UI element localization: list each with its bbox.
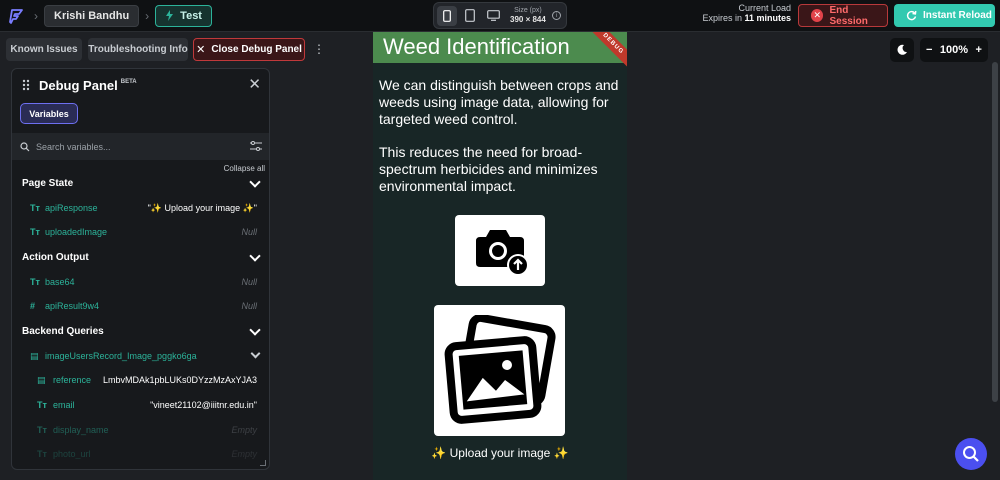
var-name-photo-url[interactable]: photo_url [53,449,91,459]
lightning-icon [166,10,174,21]
section-page-state[interactable]: Page State [22,178,73,189]
zoom-out-button[interactable]: − [926,44,932,56]
debug-panel-header: Debug Panel BETA ✕ [12,69,269,101]
search-fab-button[interactable] [955,438,987,470]
text-type-icon: Tт [37,425,47,435]
var-value-reference: LmbvMDAk1pbLUKs0DYzzMzAxYJA3 [102,375,257,385]
phone-device-button[interactable] [437,5,457,26]
description-paragraph-2: This reduces the need for broad-spectrum… [379,144,598,194]
close-debug-label: Close Debug Panel [211,44,302,55]
device-selector: Size (px) 390 × 844 i [433,2,567,29]
search-icon [20,141,30,151]
zoom-control: − 100% + [920,38,988,62]
var-name-email[interactable]: email [53,400,75,410]
nullable-text-type-icon: Tт [30,227,40,237]
document-reference-icon: ▤ [37,375,46,385]
expires-text: Expires in 11 minutes [702,12,791,23]
search-variables-field[interactable]: Search variables... [12,133,269,160]
chevron-down-icon[interactable] [250,348,261,359]
close-icon[interactable]: ✕ [248,75,261,93]
moon-icon [897,44,907,55]
zoom-in-button[interactable]: + [976,44,982,56]
image-gallery-icon [444,314,556,424]
var-name-reference[interactable]: reference [53,375,91,385]
current-load: Current Load Expires in 11 minutes [700,3,791,24]
end-session-label: End Session [829,4,868,27]
troubleshooting-info-button[interactable]: Troubleshooting Info [88,38,188,61]
phone-icon [443,9,451,22]
project-user-pill[interactable]: Krishi Bandhu [44,4,140,27]
var-value-api-response: "✨ Upload your image ✨" [147,203,257,213]
scrollbar[interactable] [992,62,998,402]
desktop-device-button[interactable] [483,6,503,26]
search-input[interactable]: Search variables... [36,142,111,152]
search-icon [963,446,979,462]
nullable-text-type-icon: Tт [30,277,40,287]
test-label: Test [180,9,202,22]
description-paragraph-1: We can distinguish between crops and wee… [379,77,619,127]
var-name-api-result[interactable]: apiResult9w4 [45,301,99,311]
var-name-uploaded-image[interactable]: uploadedImage [45,227,107,237]
text-type-icon: Tт [30,203,40,213]
end-session-button[interactable]: ✕ End Session [798,4,888,27]
debug-ribbon: DEBUG [587,32,627,70]
chevron-down-icon[interactable] [249,176,261,188]
var-value-email: "vineet21102@iiitnr.edu.in" [150,400,257,410]
breadcrumb-chevron-icon: › [34,8,38,23]
resize-handle[interactable] [260,460,266,466]
close-icon: ✕ [196,44,206,56]
instant-reload-button[interactable]: Instant Reload [894,4,995,27]
tablet-icon [465,9,475,22]
text-type-icon: Tт [37,400,47,410]
monitor-icon [486,10,500,21]
camera-upload-icon [476,229,529,276]
app-title: Weed Identification [383,34,570,59]
var-value-base64: Null [241,277,257,287]
filter-icon[interactable] [250,141,262,151]
size-readout: Size (px) 390 × 844 [510,7,546,24]
debug-panel: Debug Panel BETA ✕ Variables Search vari… [11,68,270,470]
size-value: 390 × 844 [510,15,546,24]
text-type-icon: Tт [37,449,47,459]
drag-handle-icon[interactable] [22,79,30,91]
camera-upload-button[interactable] [455,215,545,286]
known-issues-button[interactable]: Known Issues [6,38,82,61]
refresh-icon [906,10,917,21]
var-value-photo-url: Empty [231,449,257,459]
chevron-down-icon[interactable] [249,324,261,336]
var-value-display-name: Empty [231,425,257,435]
var-name-api-response[interactable]: apiResponse [45,203,98,213]
gallery-upload-button[interactable] [434,305,565,436]
tab-variables[interactable]: Variables [20,103,78,124]
breadcrumb-chevron-icon: › [145,8,150,23]
collapse-all-link[interactable]: Collapse all [224,164,265,173]
upload-image-label: ✨ Upload your image ✨ [431,446,569,460]
zoom-level: 100% [939,44,969,56]
var-name-display-name[interactable]: display_name [53,425,109,435]
app-bar: Weed Identification DEBUG [373,32,627,70]
chevron-down-icon[interactable] [249,250,261,262]
var-name-base64[interactable]: base64 [45,277,75,287]
info-icon[interactable]: i [551,11,561,20]
test-mode-pill[interactable]: Test [155,4,212,27]
var-value-api-result: Null [241,301,257,311]
size-label: Size (px) [514,7,542,14]
more-options-icon[interactable]: ⋮ [313,42,325,56]
phone-preview: Weed Identification DEBUG We can disting… [373,32,627,480]
close-circle-icon: ✕ [811,9,824,22]
flutterflow-logo-icon[interactable] [6,5,28,27]
beta-badge: BETA [120,79,137,85]
var-value-uploaded-image: Null [241,227,257,237]
number-type-icon: # [30,301,36,311]
query-name[interactable]: imageUsersRecord_Image_pggko6ga [45,351,197,361]
document-icon: ▤ [30,351,39,361]
theme-toggle-button[interactable] [890,38,914,62]
instant-reload-label: Instant Reload [923,10,992,21]
section-action-output[interactable]: Action Output [22,252,89,263]
section-backend-queries[interactable]: Backend Queries [22,326,104,337]
debug-panel-title: Debug Panel [39,77,118,93]
tablet-device-button[interactable] [460,6,480,26]
close-debug-panel-button[interactable]: ✕ Close Debug Panel [193,38,305,61]
